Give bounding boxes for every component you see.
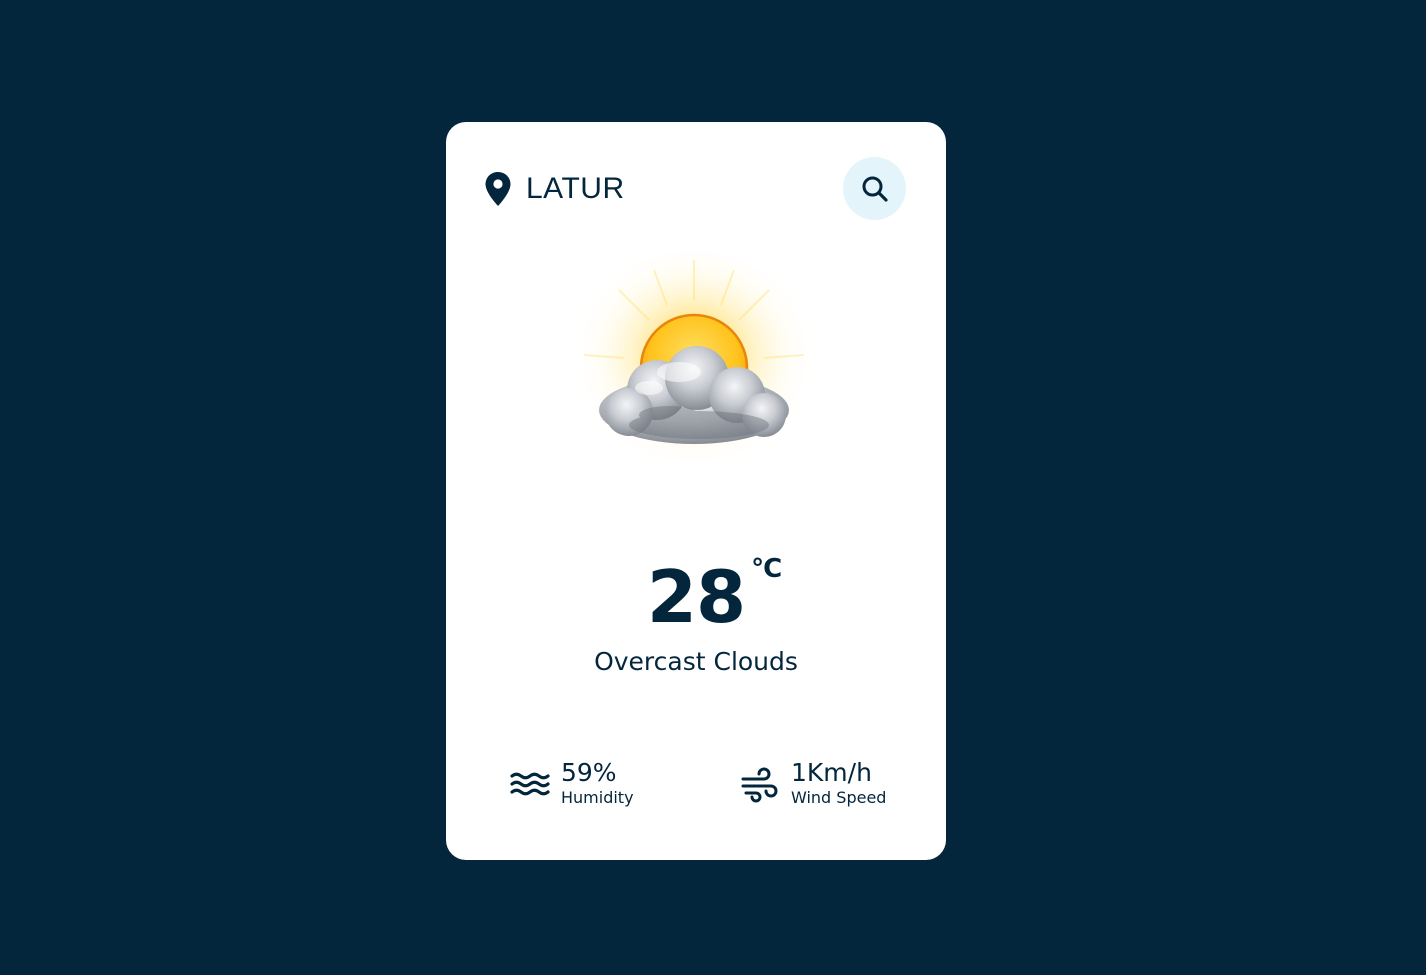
humidity-stat: 59% Humidity <box>510 755 634 811</box>
humidity-value: 59% <box>561 758 617 787</box>
search-button[interactable] <box>843 157 906 220</box>
temperature-value: 28 °C <box>646 552 782 642</box>
location: LATUR <box>484 171 625 207</box>
humidity-label: Humidity <box>561 788 634 807</box>
wind-stat: 1Km/h Wind Speed <box>740 755 886 811</box>
weather-condition-image <box>559 250 829 510</box>
waves-icon <box>510 763 550 803</box>
location-pin-icon <box>484 171 512 207</box>
wind-value: 1Km/h <box>791 758 872 787</box>
search-icon <box>860 174 890 204</box>
card-header: LATUR <box>484 157 906 221</box>
temperature-unit: °C <box>751 554 782 584</box>
weather-card: LATUR 28 °C Overcast Clouds 59% Humidity… <box>446 122 946 860</box>
weather-description: Overcast Clouds <box>594 647 798 676</box>
city-name: LATUR <box>526 172 625 205</box>
temperature-number: 28 <box>646 555 746 639</box>
temperature-display: 28 °C <box>446 552 946 642</box>
wind-icon <box>740 763 780 803</box>
wind-text: 1Km/h Wind Speed <box>791 758 886 808</box>
wind-label: Wind Speed <box>791 788 887 807</box>
humidity-text: 59% Humidity <box>561 758 634 808</box>
